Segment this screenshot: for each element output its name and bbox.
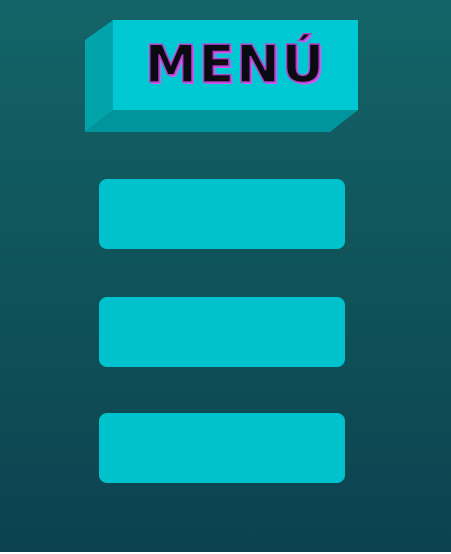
menu-button-3[interactable] (99, 413, 345, 483)
menu-button-1[interactable] (99, 179, 345, 249)
title-block: MENÚ (85, 20, 359, 134)
menu-button-2[interactable] (99, 297, 345, 367)
game-menu-screen: MENÚ (0, 0, 451, 552)
page-title: MENÚ (144, 34, 326, 96)
